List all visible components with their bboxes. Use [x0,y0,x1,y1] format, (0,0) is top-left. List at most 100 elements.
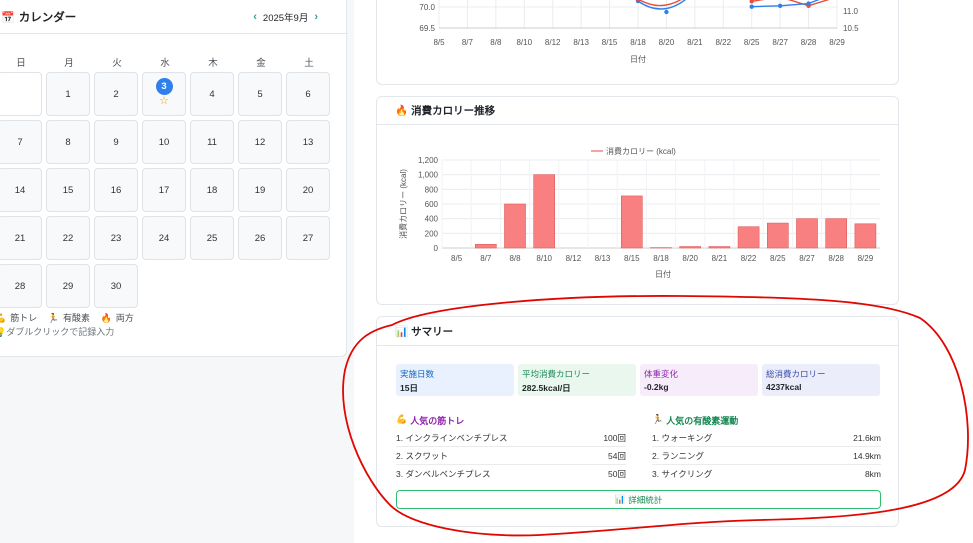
calendar-day[interactable]: 8 [46,120,90,164]
calendar-day-number: 10 [158,137,170,148]
bar-chart-icon: 📊 [614,494,626,504]
y-tick-label: 800 [425,185,439,194]
x-tick-label: 8/10 [536,254,552,263]
strength-ranking-title: 💪 人気の筋トレ [396,414,465,426]
calendar-day[interactable]: 25 [190,216,234,260]
calendar-day[interactable]: 5 [238,72,282,116]
x-tick-label: 8/15 [624,254,640,263]
summary-card: 📊 サマリー 実施日数 15日 平均消費カロリー 282.5kcal/日 体重変… [376,316,899,527]
calendar-title: 📅 カレンダー [1,9,76,25]
cardio-ranking-title: 🏃 人気の有酸素運動 [652,414,739,426]
x-tick-label: 8/22 [715,38,731,47]
x-tick-label: 8/27 [799,254,815,263]
calendar-day[interactable]: 17 [142,168,186,212]
calendar-day[interactable]: 13 [286,120,330,164]
x-tick-label: 8/18 [630,38,646,47]
calendar-day-number: 6 [305,89,311,100]
calendar-day-number: 13 [302,137,314,148]
calendar-day[interactable]: 19 [238,168,282,212]
calorie-chart-header: 🔥 消費カロリー推移 [377,97,898,125]
calendar-day[interactable]: 9 [94,120,138,164]
calendar-day-number: 30 [110,281,122,292]
fire-icon: 🔥 [395,105,409,117]
x-tick-label: 8/7 [462,38,474,47]
calendar-day[interactable]: 7 [0,120,42,164]
calendar-day[interactable]: 20 [286,168,330,212]
stat-days: 実施日数 15日 [396,364,514,396]
flexed-biceps-icon: 💪 [396,414,408,424]
calendar-day-number: 14 [14,185,26,196]
calendar-day[interactable]: 21 [0,216,42,260]
calendar-card: 📅 カレンダー ‹ 2025年9月 › 日月火水木金土 1 2 3 ☆ 4 5 6 7 8 9 10… [0,0,348,357]
calendar-day-number: 28 [14,281,26,292]
x-tick-label: 8/28 [828,254,844,263]
calendar-day[interactable]: 26 [238,216,282,260]
next-month-button[interactable]: › [314,11,318,23]
x-tick-label: 8/13 [573,38,589,47]
calendar-day[interactable]: 4 [190,72,234,116]
calendar-panel: 📅 カレンダー ‹ 2025年9月 › 日月火水木金土 1 2 3 ☆ 4 5 6 7 8 9 10… [0,0,354,543]
runner-icon: 🏃 [652,414,664,424]
x-tick-label: 8/10 [516,38,532,47]
weekday-label: 水 [160,58,170,69]
calendar-day-number: 5 [257,89,263,100]
bar [766,222,789,249]
calendar-day-number: 8 [65,137,71,148]
bar [737,226,760,249]
calendar-day[interactable]: 3 ☆ [142,72,186,116]
calendar-day-number: 27 [302,233,314,244]
bar [708,246,731,249]
calendar-day-number: 11 [207,137,217,148]
x-tick-label: 8/7 [480,254,492,263]
stat-value: -0.2kg [644,382,669,392]
calendar-day[interactable]: 22 [46,216,90,260]
calendar-day[interactable]: 15 [46,168,90,212]
calendar-day[interactable]: 11 [190,120,234,164]
calendar-day-number: 22 [62,233,74,244]
x-tick-label: 8/13 [595,254,611,263]
calendar-day[interactable]: 27 [286,216,330,260]
calendar-day[interactable]: 29 [46,264,90,308]
x-tick-label: 8/8 [509,254,521,263]
strength-rank-row: 3. ダンベルベンチプレス 50回 [396,469,626,479]
x-tick-label: 8/15 [602,38,618,47]
stat-value: 4237kcal [766,382,802,392]
calorie-chart-title: 消費カロリー推移 [411,105,496,117]
cardio-rank-row: 1. ウォーキング 21.6km [652,429,881,447]
calendar-day-number: 4 [209,89,215,100]
calendar-day[interactable]: 12 [238,120,282,164]
weight-chart-card: 8/5 8/7 8/8 8/10 8/12 8/13 8/15 8/18 8/20 8/21 8/2… [376,0,899,85]
calendar-day[interactable]: 14 [0,168,42,212]
calendar-day[interactable]: 10 [142,120,186,164]
star-icon: ☆ [159,95,169,107]
y-tick-label: 1,000 [418,171,439,180]
x-tick-label: 8/25 [770,254,786,263]
calendar-day-number: 17 [158,185,170,196]
calendar-day[interactable]: 2 [94,72,138,116]
calendar-day[interactable]: 16 [94,168,138,212]
calendar-day-number: 1 [65,89,71,100]
summary-title: サマリー [411,325,454,338]
x-tick-label: 8/25 [744,38,760,47]
calendar-day[interactable]: 24 [142,216,186,260]
detail-stats-button[interactable]: 📊 詳細統計 [396,490,881,509]
calendar-day[interactable]: 28 [0,264,42,308]
calendar-day[interactable]: 1 [46,72,90,116]
calendar-day[interactable]: 23 [94,216,138,260]
legend-both: 🔥 両方 [100,313,134,323]
calendar-day[interactable]: 6 [286,72,330,116]
x-tick-label: 8/12 [545,38,561,47]
detail-stats-label: 詳細統計 [628,494,663,505]
stat-value: 282.5kcal/日 [522,383,571,393]
cardio-rank-row: 2. ランニング 14.9km [652,447,881,465]
calendar-day-number: 25 [206,233,218,244]
calendar-legend: 💪 筋トレ 🏃 有酸素 🔥 両方 [0,311,142,324]
prev-month-button[interactable]: ‹ [253,11,257,23]
calendar-day-number: 15 [62,185,74,196]
x-tick-label: 8/28 [801,38,817,47]
today-marker: 3 [155,78,173,95]
calendar-day-number: 2 [113,89,119,100]
y-axis-title: 消費カロリー (kcal) [398,169,408,239]
calendar-day[interactable]: 30 [94,264,138,308]
calendar-day[interactable]: 18 [190,168,234,212]
